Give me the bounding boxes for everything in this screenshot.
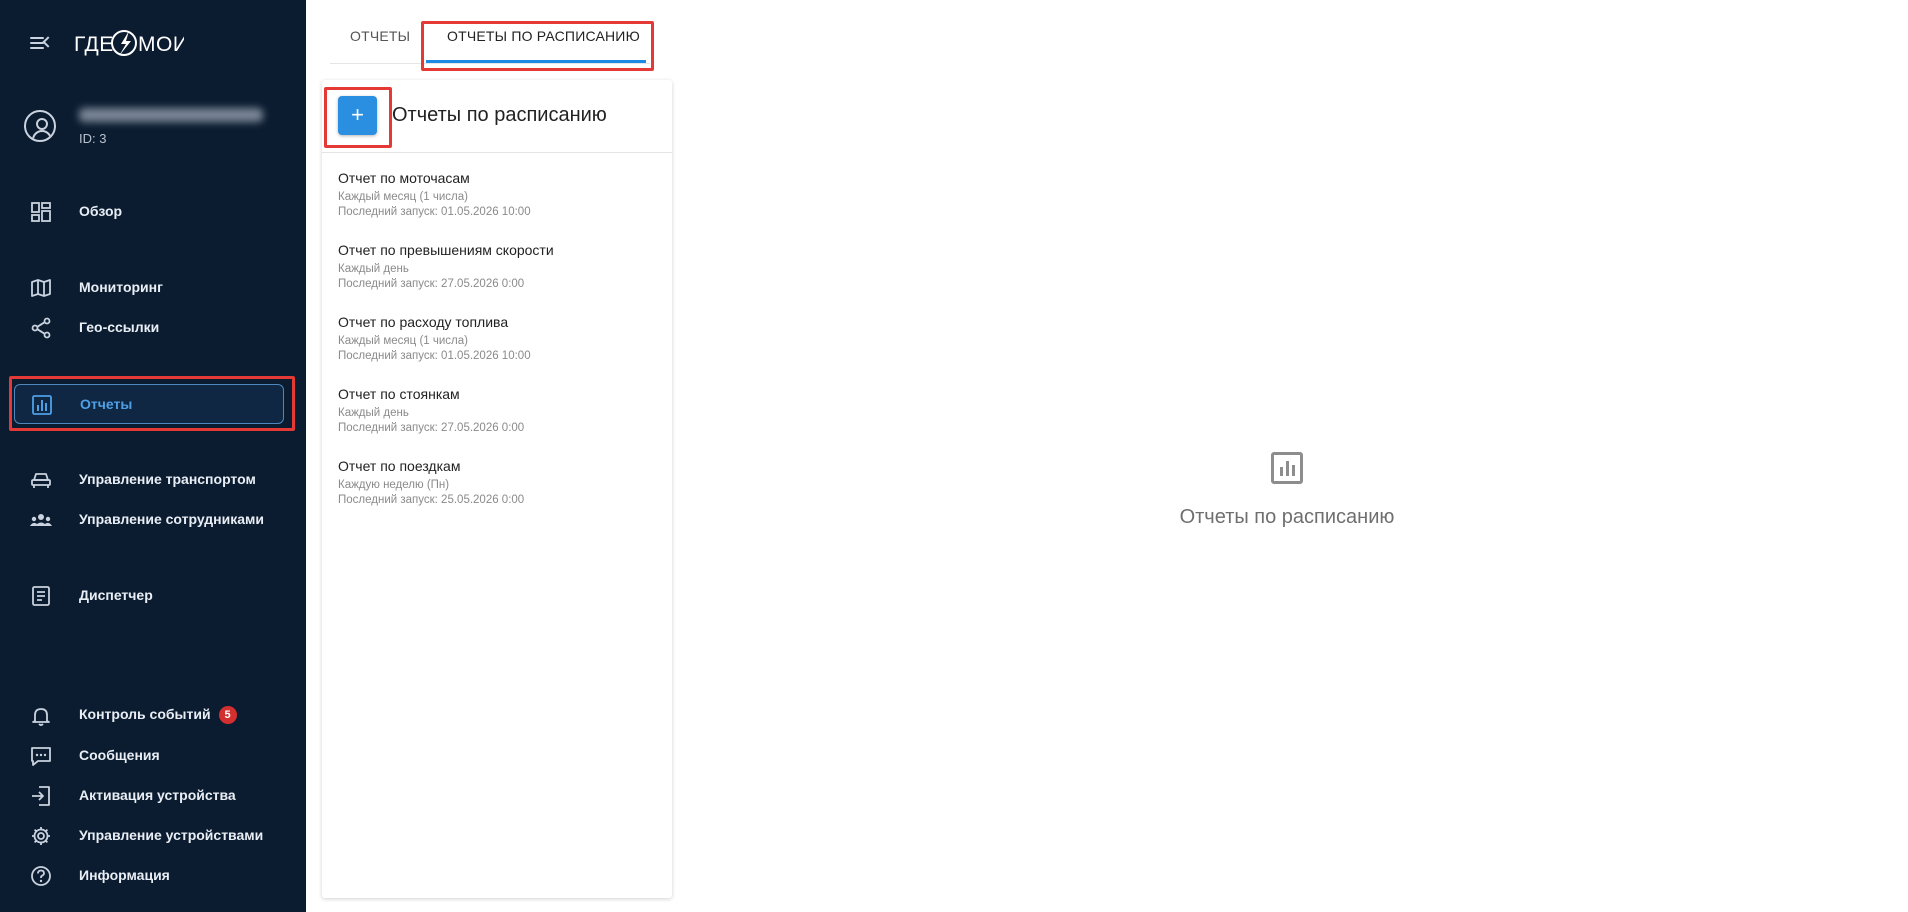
sidebar-item-label: Мониторинг [79,279,163,295]
report-name: Отчет по превышениям скорости [338,242,554,258]
scheduled-reports-panel: + Отчеты по расписанию Отчет по моточаса… [322,80,672,898]
car-icon [31,473,51,488]
sidebar-item-overview[interactable]: Обзор [14,192,284,230]
report-item[interactable]: Отчет по превышениям скорости Каждый ден… [338,242,554,290]
report-schedule: Каждый день [338,263,409,275]
sidebar-item-device-activation[interactable]: Активация устройства [14,776,284,814]
panel-divider [322,152,672,153]
sidebar-item-monitoring[interactable]: Мониторинг [14,268,284,306]
report-item[interactable]: Отчет по моточасам Каждый месяц (1 числа… [338,170,531,218]
svg-text:МОИ: МОИ [138,33,184,56]
share-icon [31,317,51,339]
tabs-divider [330,63,650,64]
gear-icon [32,827,50,845]
sidebar-item-label: Управление устройствами [79,827,264,843]
report-name: Отчет по моточасам [338,170,470,186]
chat-icon [31,747,51,766]
report-last-run: Последний запуск: 27.05.2026 0:00 [338,278,525,290]
sidebar-item-label: Управление сотрудниками [79,511,264,527]
report-item[interactable]: Отчет по поездкам Каждую неделю (Пн) Пос… [338,458,524,506]
login-icon [32,786,50,806]
tab-reports[interactable]: ОТЧЕТЫ [350,28,410,44]
bar-chart-icon [1271,452,1303,484]
dashboard-icon [31,202,51,222]
sidebar: ГДЕ МОИ ID: 3 Обзор Мониторинг Гео-ссылк… [0,0,306,912]
report-last-run: Последний запуск: 27.05.2026 0:00 [338,422,525,434]
logo: ГДЕ МОИ [74,30,184,56]
tab-active-indicator [426,60,646,63]
sidebar-item-dispatcher[interactable]: Диспетчер [14,576,284,614]
report-last-run: Последний запуск: 01.05.2026 10:00 [338,350,531,362]
sidebar-item-label: Управление транспортом [79,471,256,487]
sidebar-item-label: Контроль событий 5 [79,705,237,725]
report-schedule: Каждый месяц (1 числа) [338,191,468,203]
sidebar-item-label: Информация [79,867,170,883]
report-name: Отчет по расходу топлива [338,314,509,330]
svg-text:ГДЕ: ГДЕ [74,33,114,56]
report-schedule: Каждую неделю (Пн) [338,479,450,491]
document-list-icon [32,586,50,606]
report-name: Отчет по стоянкам [338,386,460,402]
sidebar-item-geo-links[interactable]: Гео-ссылки [14,308,284,346]
report-last-run: Последний запуск: 01.05.2026 10:00 [338,206,531,218]
report-name: Отчет по поездкам [338,458,461,474]
sidebar-item-label: Обзор [79,203,123,219]
report-schedule: Каждый месяц (1 числа) [338,335,468,347]
bar-chart-icon [32,395,52,415]
report-schedule: Каждый день [338,407,409,419]
sidebar-item-label-text: Контроль событий [79,705,211,722]
help-icon [31,866,51,886]
notification-badge: 5 [218,706,237,725]
report-item[interactable]: Отчет по стоянкам Каждый день Последний … [338,386,524,434]
sidebar-item-transport[interactable]: Управление транспортом [14,460,284,498]
bell-icon [32,708,50,726]
report-item[interactable]: Отчет по расходу топлива Каждый месяц (1… [338,314,531,362]
collapse-menu-icon[interactable] [30,34,54,52]
sidebar-item-events[interactable]: Контроль событий 5 [14,696,284,734]
sidebar-item-info[interactable]: Информация [14,856,284,894]
sidebar-item-devices[interactable]: Управление устройствами [14,816,284,854]
report-last-run: Последний запуск: 25.05.2026 0:00 [338,494,525,506]
sidebar-item-label: Диспетчер [79,587,153,603]
profile-id: ID: 3 [79,131,107,146]
sidebar-item-employees[interactable]: Управление сотрудниками [14,500,284,538]
add-report-button[interactable]: + [338,96,377,135]
sidebar-item-label: Сообщения [79,747,160,763]
sidebar-item-label: Отчеты [80,396,133,412]
sidebar-item-label: Гео-ссылки [79,319,160,335]
empty-state-text: Отчеты по расписанию [1179,506,1395,528]
panel-title: Отчеты по расписанию [392,104,607,126]
profile-name-redacted [79,108,263,122]
sidebar-item-reports[interactable]: Отчеты [14,384,284,424]
tab-scheduled-reports[interactable]: ОТЧЕТЫ ПО РАСПИСАНИЮ [447,28,640,44]
sidebar-item-messages[interactable]: Сообщения [14,736,284,774]
sidebar-item-label: Активация устройства [79,787,236,803]
map-icon [31,279,51,297]
people-icon [30,514,52,526]
avatar-icon[interactable] [24,110,56,142]
